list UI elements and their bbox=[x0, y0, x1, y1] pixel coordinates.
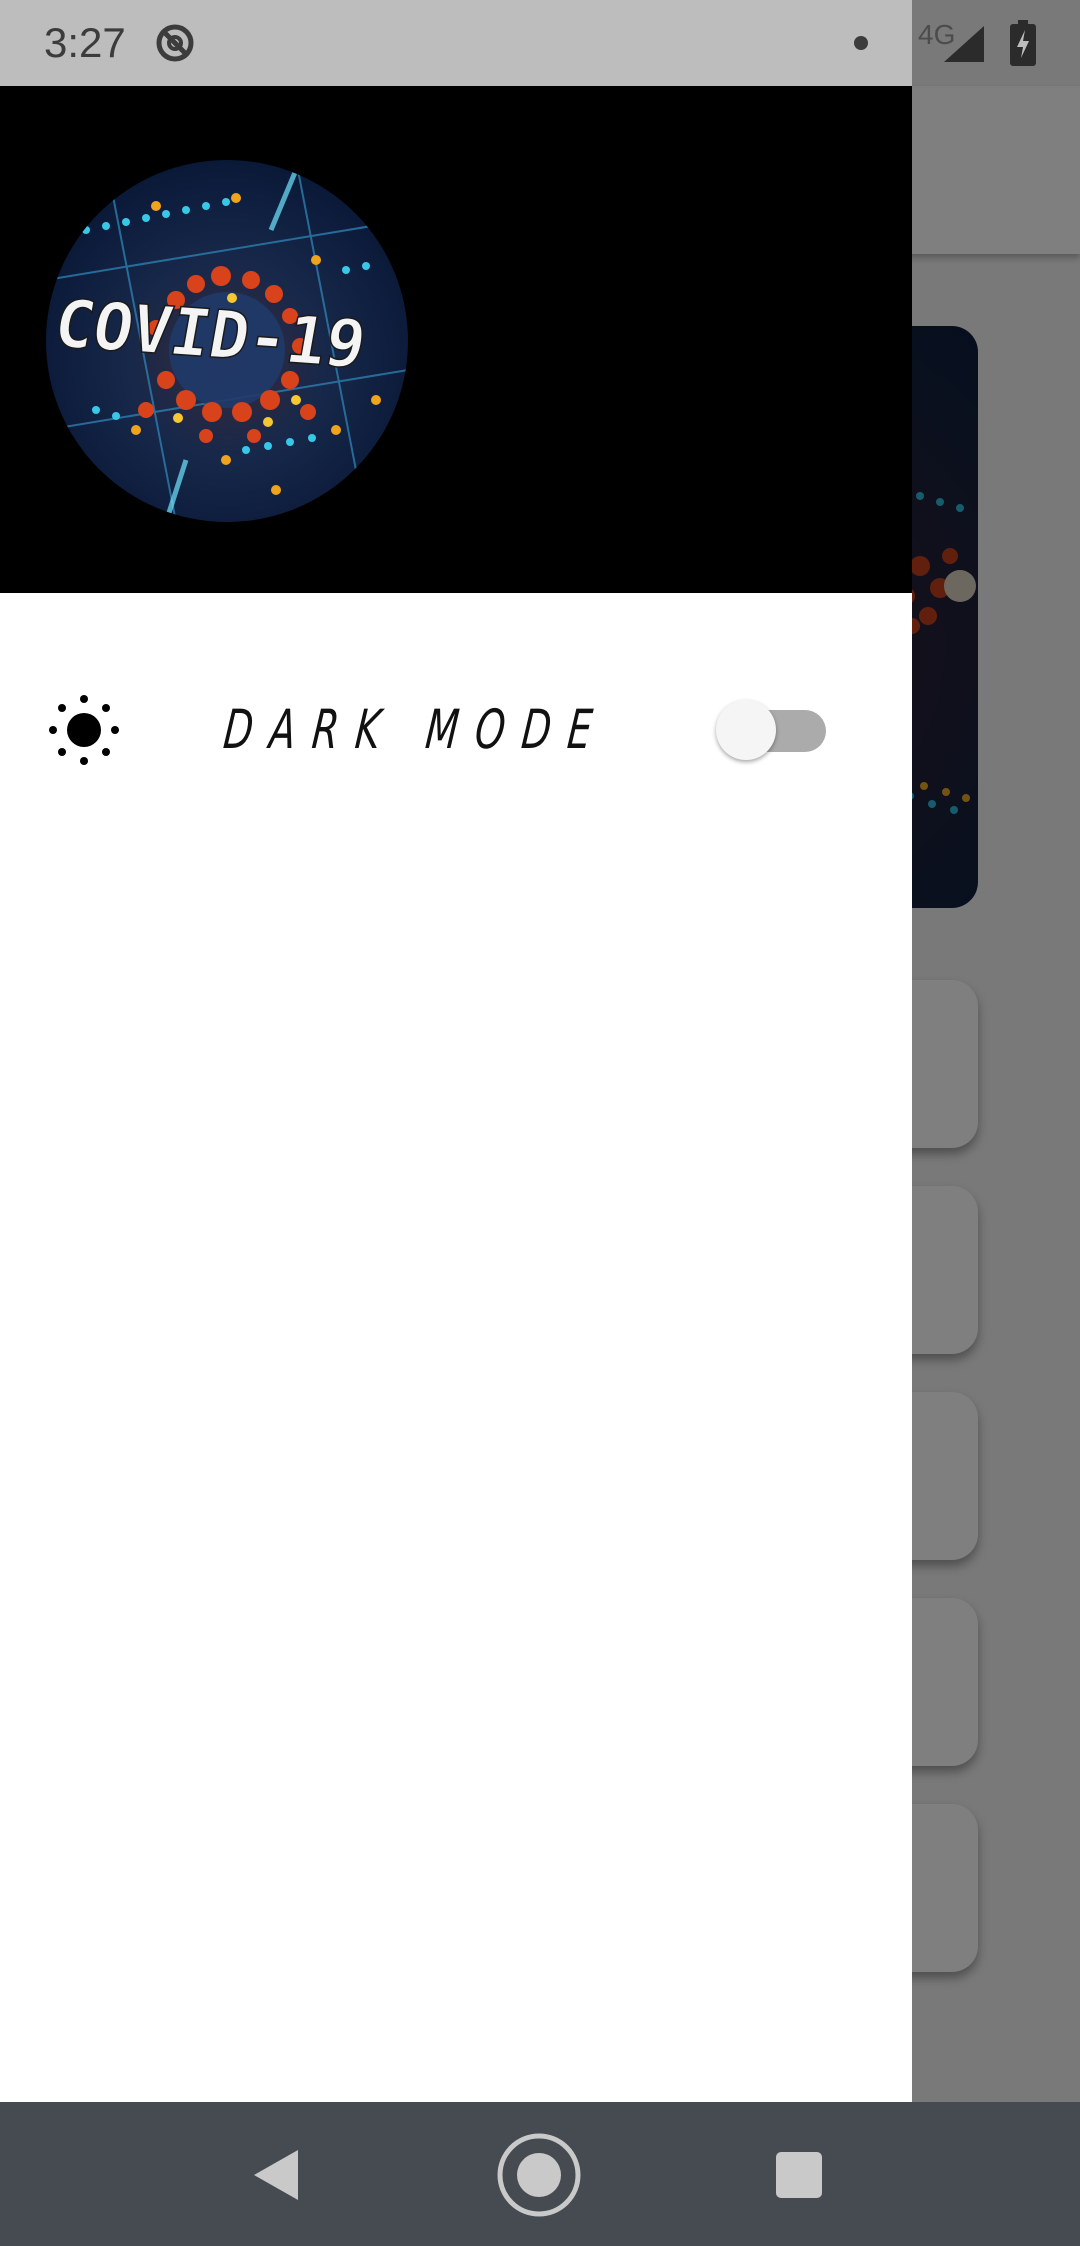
battery-charging-icon bbox=[1010, 20, 1036, 66]
back-icon[interactable] bbox=[254, 2150, 298, 2200]
system-navigation-bar bbox=[0, 2102, 1080, 2246]
recents-icon[interactable] bbox=[776, 2152, 822, 2198]
sync-off-icon bbox=[156, 24, 194, 62]
dark-mode-setting[interactable]: DARK MODE bbox=[0, 676, 912, 786]
covid-logo-image: COVID-19 bbox=[46, 160, 408, 522]
status-time: 3:27 bbox=[44, 19, 126, 66]
toggle-thumb bbox=[716, 700, 776, 760]
status-bar: 3:27 4G bbox=[0, 0, 1080, 86]
home-icon[interactable] bbox=[496, 2132, 582, 2218]
notification-dot-icon bbox=[854, 36, 868, 50]
sun-icon bbox=[49, 695, 119, 765]
cell-signal-icon bbox=[944, 26, 984, 62]
drawer-header: COVID-19 bbox=[0, 86, 912, 593]
status-bar-drawer-overlay bbox=[0, 0, 912, 86]
dark-mode-toggle[interactable] bbox=[716, 700, 828, 760]
navigation-drawer: COVID-19 DARK MODE bbox=[0, 86, 912, 2102]
covid-logo-art: COVID-19 bbox=[46, 160, 408, 522]
dark-mode-label: DARK MODE bbox=[220, 698, 612, 761]
